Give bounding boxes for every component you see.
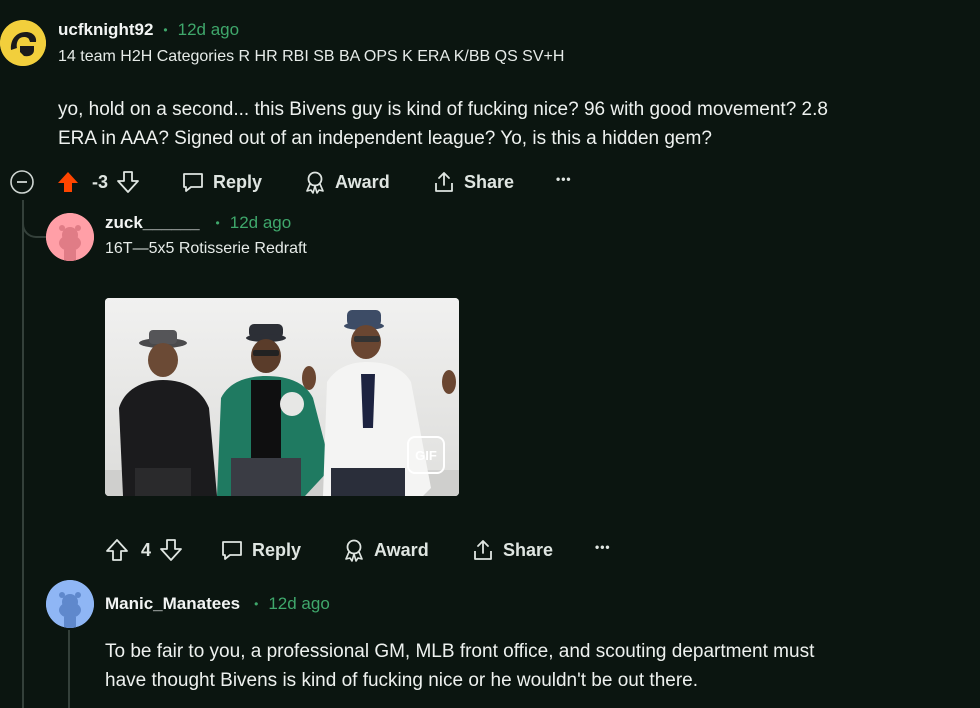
collapse-button[interactable]	[10, 170, 34, 194]
separator-dot: •	[215, 216, 220, 230]
downvote-button[interactable]	[159, 538, 183, 562]
comment-line: ERA in AAA? Signed out of an independent…	[58, 128, 712, 149]
gif-image[interactable]: GIF	[105, 298, 459, 496]
avatar[interactable]	[46, 213, 94, 261]
gif-picture	[105, 298, 459, 496]
award-icon	[345, 539, 363, 562]
timestamp[interactable]: 12d ago	[230, 213, 291, 233]
chat-bubble-icon	[222, 541, 242, 560]
award-button[interactable]: Award	[342, 538, 429, 562]
avatar[interactable]	[46, 580, 94, 628]
share-button[interactable]: Share	[471, 538, 553, 562]
reply-label: Reply	[213, 171, 263, 192]
share-icon	[474, 540, 492, 560]
share-icon	[435, 172, 453, 192]
comment-line: have thought Bivens is kind of fucking n…	[105, 670, 698, 691]
avatar[interactable]	[0, 20, 46, 66]
award-icon	[306, 171, 324, 194]
chat-bubble-icon	[183, 173, 203, 192]
award-label: Award	[374, 539, 429, 560]
snoo-avatar-icon	[46, 580, 94, 628]
timestamp[interactable]: 12d ago	[178, 20, 239, 40]
more-icon: •••	[595, 540, 611, 554]
share-label: Share	[464, 171, 515, 192]
gif-badge-label: GIF	[415, 447, 437, 463]
upvote-button[interactable]	[56, 170, 80, 194]
downvote-icon	[117, 171, 139, 193]
thread-connector	[22, 200, 48, 238]
reply-label: Reply	[252, 539, 302, 560]
more-options-button[interactable]: •••	[556, 172, 572, 186]
timestamp[interactable]: 12d ago	[268, 594, 329, 614]
gif-badge: GIF	[407, 436, 445, 474]
thread-line[interactable]	[22, 200, 24, 708]
user-flair: 14 team H2H Categories R HR RBI SB BA OP…	[58, 48, 565, 65]
reply-button[interactable]: Reply	[181, 170, 262, 194]
comment-body: To be fair to you, a professional GM, ML…	[105, 637, 965, 695]
collapse-icon	[10, 170, 34, 194]
more-icon: •••	[556, 172, 572, 186]
downvote-button[interactable]	[116, 170, 140, 194]
username[interactable]: Manic_Manatees	[105, 594, 240, 614]
downvote-icon	[160, 539, 182, 561]
award-button[interactable]: Award	[303, 170, 390, 194]
vote-score: 4	[141, 539, 152, 560]
reply-button[interactable]: Reply	[220, 538, 301, 562]
username[interactable]: zuck______	[105, 213, 200, 233]
comment-line: To be fair to you, a professional GM, ML…	[105, 641, 815, 662]
upvote-icon	[106, 539, 128, 561]
award-label: Award	[335, 171, 390, 192]
upvote-filled-icon	[58, 172, 78, 192]
upvote-button[interactable]	[105, 538, 129, 562]
separator-dot: •	[254, 597, 259, 611]
thread-line-nested[interactable]	[68, 630, 70, 708]
username[interactable]: ucfknight92	[58, 20, 153, 40]
snoo-avatar-icon	[46, 213, 94, 261]
vote-score: -3	[92, 171, 109, 192]
separator-dot: •	[163, 23, 168, 37]
share-label: Share	[503, 539, 554, 560]
user-flair: 16T—5x5 Rotisserie Redraft	[105, 240, 307, 257]
comment-line: yo, hold on a second... this Bivens guy …	[58, 99, 828, 120]
more-options-button[interactable]: •••	[595, 540, 611, 554]
share-button[interactable]: Share	[432, 170, 514, 194]
knight-logo-icon	[0, 20, 46, 66]
comment-body: yo, hold on a second... this Bivens guy …	[58, 95, 958, 153]
